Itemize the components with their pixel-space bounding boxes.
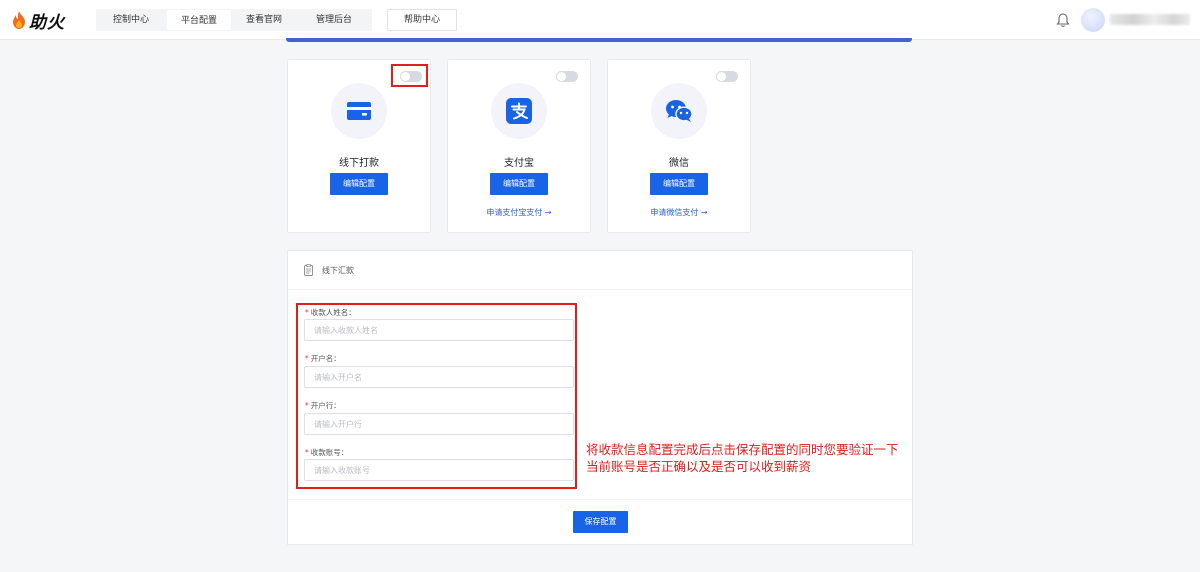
clipboard-icon bbox=[304, 264, 313, 276]
bank-card-icon bbox=[347, 102, 371, 120]
nav-item-help-center[interactable]: 帮助中心 bbox=[387, 9, 457, 31]
offline-remittance-form: 线下汇款 *收款人姓名： *开户名： *开户行： *收款账号： 保存配置 bbox=[287, 250, 913, 545]
annotation-note: 将收款信息配置完成后点击保存配置的同时您要验证一下 当前账号是否正确以及是否可以… bbox=[586, 441, 926, 475]
required-star: * bbox=[305, 308, 309, 317]
form-header: 线下汇款 bbox=[288, 251, 912, 290]
bank-name-label: * 开户行： bbox=[305, 401, 341, 410]
card-title-offline: 线下打款 bbox=[339, 158, 379, 169]
account-name-label: * 开户名： bbox=[305, 354, 341, 363]
form-footer-divider bbox=[288, 499, 912, 500]
avatar[interactable] bbox=[1081, 8, 1105, 32]
username-blurred[interactable] bbox=[1110, 14, 1190, 25]
logo-text: 助火 bbox=[29, 12, 65, 33]
main-nav: 控制中心 平台配置 查看官网 管理后台 bbox=[96, 9, 372, 31]
bank-name-input[interactable] bbox=[304, 413, 574, 435]
edit-config-button-alipay[interactable]: 编辑配置 bbox=[490, 173, 548, 195]
required-star: * bbox=[305, 401, 309, 410]
nav-item-platform-config[interactable]: 平台配置 bbox=[166, 9, 232, 31]
alipay-toggle[interactable] bbox=[556, 71, 578, 82]
annotation-line-2: 当前账号是否正确以及是否可以收到薪资 bbox=[586, 459, 812, 474]
save-config-button[interactable]: 保存配置 bbox=[573, 511, 628, 533]
required-star: * bbox=[305, 448, 309, 457]
payment-card-offline: 线下打款 编辑配置 bbox=[287, 59, 431, 233]
offline-icon-circle bbox=[331, 83, 387, 139]
alipay-icon bbox=[506, 98, 532, 124]
payee-name-input[interactable] bbox=[304, 319, 574, 341]
edit-config-button-offline[interactable]: 编辑配置 bbox=[330, 173, 388, 195]
card-title-wechat: 微信 bbox=[669, 158, 689, 169]
accent-line bbox=[286, 38, 912, 42]
wechat-icon bbox=[666, 100, 693, 122]
form-title: 线下汇款 bbox=[322, 266, 354, 275]
required-star: * bbox=[305, 354, 309, 363]
top-navigation-bar: 助火 控制中心 平台配置 查看官网 管理后台 帮助中心 bbox=[0, 0, 1200, 40]
flame-icon bbox=[13, 11, 25, 29]
apply-alipay-link[interactable]: 申请支付宝支付 → bbox=[448, 207, 590, 218]
account-name-input[interactable] bbox=[304, 366, 574, 388]
app-logo[interactable]: 助火 bbox=[12, 7, 65, 33]
account-number-label: * 收款账号： bbox=[305, 448, 349, 457]
nav-item-control-center[interactable]: 控制中心 bbox=[96, 9, 166, 31]
wechat-toggle[interactable] bbox=[716, 71, 738, 82]
edit-config-button-wechat[interactable]: 编辑配置 bbox=[650, 173, 708, 195]
nav-item-official-site[interactable]: 查看官网 bbox=[232, 9, 296, 31]
bell-icon[interactable] bbox=[1056, 12, 1070, 28]
wechat-icon-circle bbox=[651, 83, 707, 139]
account-number-input[interactable] bbox=[304, 459, 574, 481]
payment-card-alipay: 支付宝 编辑配置 申请支付宝支付 → bbox=[447, 59, 591, 233]
payment-card-wechat: 微信 编辑配置 申请微信支付 → bbox=[607, 59, 751, 233]
annotation-line-1: 将收款信息配置完成后点击保存配置的同时您要验证一下 bbox=[586, 442, 899, 457]
card-title-alipay: 支付宝 bbox=[504, 158, 534, 169]
nav-item-admin-backend[interactable]: 管理后台 bbox=[296, 9, 372, 31]
alipay-icon-circle bbox=[491, 83, 547, 139]
apply-wechat-link[interactable]: 申请微信支付 → bbox=[608, 207, 750, 218]
offline-payment-toggle[interactable] bbox=[400, 71, 422, 82]
payee-name-label: * 收款人姓名： bbox=[305, 308, 356, 317]
